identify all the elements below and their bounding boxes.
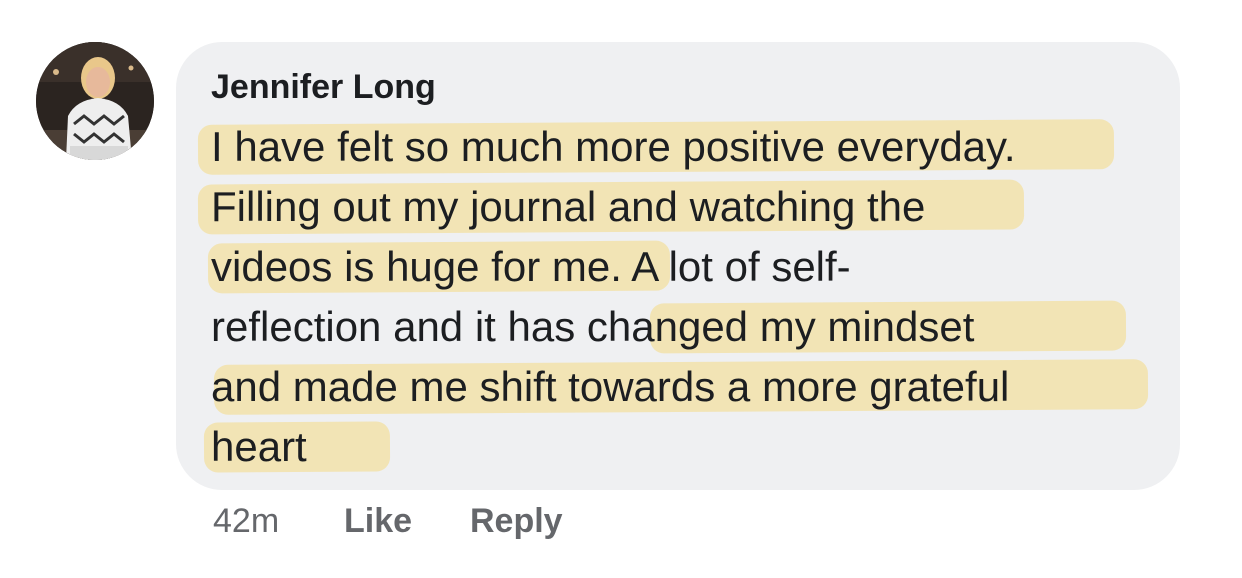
comment-text-line: and made me shift towards a more gratefu… [211, 363, 1010, 410]
comment-text-line: reflection and it has changed my mindset [211, 303, 975, 350]
comment-author[interactable]: Jennifer Long [211, 68, 436, 107]
comment-text-line: I have felt so much more positive everyd… [211, 123, 1016, 170]
avatar-photo [36, 42, 154, 160]
comment-timestamp: 42m [213, 502, 280, 540]
avatar[interactable] [36, 42, 154, 160]
reply-button[interactable]: Reply [470, 502, 563, 541]
comment-text-line: Filling out my journal and watching the [211, 183, 926, 230]
comment-text-line: videos is huge for me. A lot of self- [211, 243, 851, 290]
comment-text-line: heart [211, 423, 307, 470]
like-button[interactable]: Like [344, 502, 412, 541]
